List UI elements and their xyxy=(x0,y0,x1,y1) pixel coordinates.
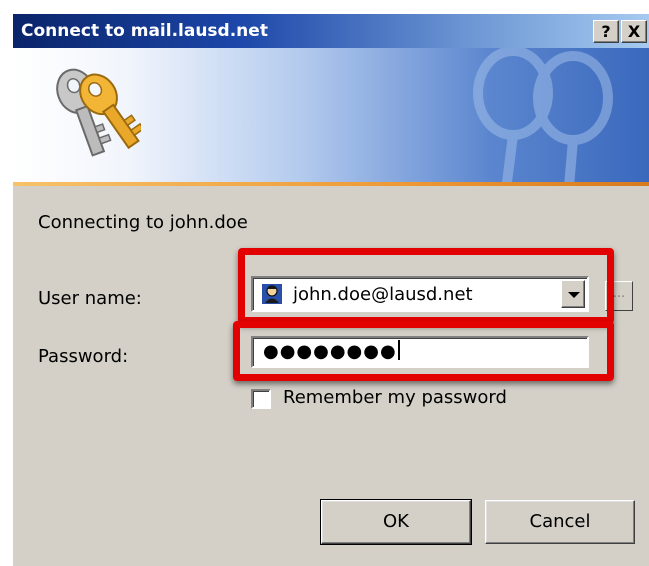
remember-password-label[interactable]: Remember my password xyxy=(283,387,507,408)
password-label: Password: xyxy=(38,346,129,367)
connect-dialog: Connect to mail.lausd.net ? X Connecting… xyxy=(12,14,649,566)
user-name-highlight xyxy=(238,248,614,324)
ok-button[interactable]: OK xyxy=(320,499,472,545)
keys-icon xyxy=(56,68,141,157)
close-button[interactable]: X xyxy=(621,20,647,43)
user-name-label: User name: xyxy=(38,288,142,309)
help-button[interactable]: ? xyxy=(593,20,619,43)
title-bar[interactable]: Connect to mail.lausd.net ? X xyxy=(13,14,649,48)
connecting-text: Connecting to john.doe xyxy=(38,212,248,233)
cancel-button[interactable]: Cancel xyxy=(485,500,635,544)
keys-watermark-icon xyxy=(473,48,613,184)
remember-password-checkbox[interactable] xyxy=(251,389,271,409)
password-highlight xyxy=(233,321,614,381)
banner-divider xyxy=(13,182,649,186)
window-title: Connect to mail.lausd.net xyxy=(21,21,268,41)
header-banner xyxy=(13,48,649,184)
